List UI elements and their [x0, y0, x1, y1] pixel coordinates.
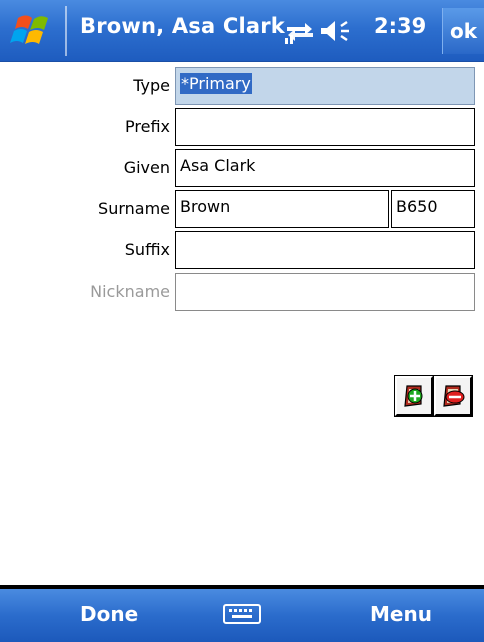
prefix-label: Prefix: [125, 117, 170, 136]
surname-label: Surname: [98, 199, 170, 218]
suffix-row: Suffix: [0, 231, 484, 271]
window-title: Brown, Asa Clark: [80, 14, 285, 38]
ok-button[interactable]: ok: [442, 8, 484, 54]
speaker-icon[interactable]: [317, 16, 351, 46]
name-form: Type *Primary Prefix Given Asa Clark Sur…: [0, 63, 484, 590]
surname-field[interactable]: Brown: [175, 190, 389, 228]
prefix-row: Prefix: [0, 108, 484, 148]
keyboard-icon[interactable]: [221, 599, 263, 629]
type-value: *Primary: [180, 73, 252, 94]
title-separator: [65, 6, 67, 56]
add-name-button[interactable]: [394, 375, 434, 417]
delete-name-button[interactable]: [433, 375, 473, 417]
prefix-field[interactable]: [175, 108, 475, 146]
given-field[interactable]: Asa Clark: [175, 149, 475, 187]
title-bar: Brown, Asa Clark 2:39 ok: [0, 0, 484, 62]
surname-row: Surname Brown B650: [0, 190, 484, 230]
status-area[interactable]: [283, 14, 351, 48]
clock[interactable]: 2:39: [374, 14, 426, 38]
given-row: Given Asa Clark: [0, 149, 484, 189]
nickname-row: Nickname: [0, 273, 484, 313]
type-field[interactable]: *Primary: [175, 67, 475, 105]
connectivity-icon[interactable]: [283, 16, 317, 46]
menu-softkey[interactable]: Menu: [370, 602, 432, 626]
suffix-label: Suffix: [124, 240, 170, 259]
action-row: [0, 375, 484, 417]
soundex-field: B650: [391, 190, 475, 228]
type-row: Type *Primary: [0, 67, 484, 107]
type-label: Type: [133, 76, 170, 95]
delete-name-icon: [443, 385, 465, 407]
softkey-bar: Done Menu: [0, 589, 484, 642]
nickname-label: Nickname: [90, 282, 170, 301]
windows-start-icon[interactable]: [8, 10, 60, 52]
given-label: Given: [123, 158, 170, 177]
suffix-field[interactable]: [175, 231, 475, 269]
add-name-icon: [404, 385, 423, 407]
nickname-field: [175, 273, 475, 311]
done-softkey[interactable]: Done: [80, 602, 138, 626]
